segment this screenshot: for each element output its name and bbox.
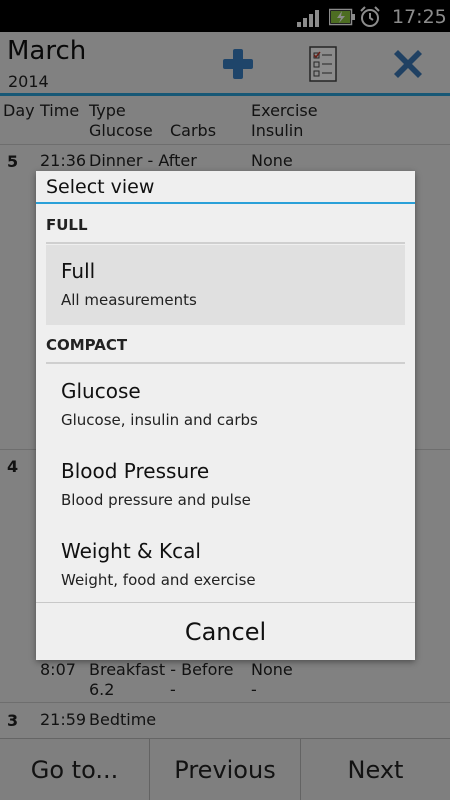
option-subtitle: Weight, food and exercise xyxy=(61,571,256,589)
option-title: Glucose xyxy=(61,379,141,403)
cancel-button[interactable]: Cancel xyxy=(36,603,415,660)
view-option-blood-pressure[interactable]: Blood Pressure Blood pressure and pulse xyxy=(46,445,405,525)
option-subtitle: All measurements xyxy=(61,291,197,309)
section-header-full: FULL xyxy=(46,216,88,234)
dialog-title: Select view xyxy=(46,176,155,198)
dialog-title-divider xyxy=(36,202,415,204)
option-subtitle: Blood pressure and pulse xyxy=(61,491,251,509)
option-title: Full xyxy=(61,259,96,283)
option-subtitle: Glucose, insulin and carbs xyxy=(61,411,258,429)
view-option-weight-kcal[interactable]: Weight & Kcal Weight, food and exercise xyxy=(46,525,405,605)
section-divider xyxy=(46,362,405,364)
section-header-compact: COMPACT xyxy=(46,336,128,354)
view-option-full[interactable]: Full All measurements xyxy=(46,245,405,325)
select-view-dialog: Select view FULL Full All measurements C… xyxy=(36,171,415,660)
section-divider xyxy=(46,242,405,244)
option-title: Blood Pressure xyxy=(61,459,210,483)
view-option-glucose[interactable]: Glucose Glucose, insulin and carbs xyxy=(46,365,405,445)
option-title: Weight & Kcal xyxy=(61,539,201,563)
